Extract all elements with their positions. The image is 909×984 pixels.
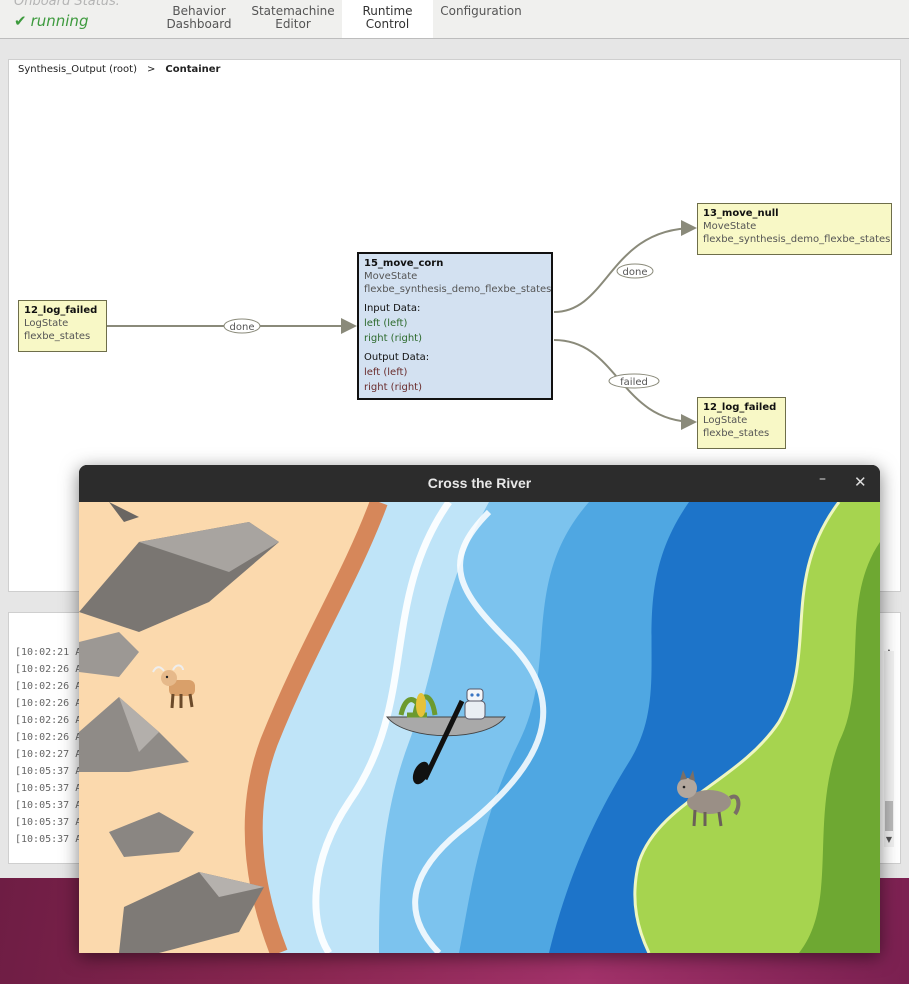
tab-statemachine-editor[interactable]: Statemachine Editor [248, 0, 338, 38]
wolf-leg [692, 809, 697, 827]
log-line: [10:02:26 A [15, 732, 82, 743]
state-package: flexbe_synthesis_demo_flexbe_states [703, 234, 891, 245]
robot-body [464, 700, 486, 720]
state-15-move-corn[interactable]: 15_move_corn MoveState flexbe_synthesis_… [357, 252, 553, 400]
state-name: 12_log_failed [703, 402, 777, 413]
state-type: MoveState [364, 271, 418, 282]
log-line: [10:05:37 A [15, 783, 82, 794]
goat-leg [188, 693, 194, 708]
minimize-button[interactable]: – [819, 471, 826, 487]
close-button[interactable]: ✕ [854, 473, 867, 491]
log-line: [10:02:26 A [15, 698, 82, 709]
wolf-head [677, 778, 697, 798]
log-line: [10:02:21 A [15, 647, 82, 658]
log-line: [10:02:26 A [15, 681, 82, 692]
state-package: flexbe_synthesis_demo_flexbe_states [364, 284, 552, 295]
window-title: Cross the River [427, 475, 532, 491]
log-line: [10:05:37 A [15, 800, 82, 811]
tab-label: Editor [275, 17, 311, 31]
scroll-down-arrow-icon[interactable]: ▼ [886, 835, 892, 844]
log-line: [10:05:37 A [15, 817, 82, 828]
output-data-item: right (right) [364, 382, 422, 393]
cross-the-river-window: Cross the River – ✕ [79, 465, 880, 953]
log-line: [10:05:37 A [15, 766, 82, 777]
state-12-log-failed-right[interactable]: 12_log_failed LogState flexbe_states [697, 397, 786, 449]
state-name: 15_move_corn [364, 258, 444, 269]
robot-eye [476, 693, 480, 697]
wolf-eye [682, 785, 686, 789]
window-titlebar[interactable]: Cross the River – ✕ [79, 465, 880, 502]
state-package: flexbe_states [703, 428, 770, 439]
log-scrollbar[interactable] [884, 651, 894, 847]
check-icon: ✔ [14, 12, 27, 30]
goat-leg [170, 693, 175, 709]
input-data-label: Input Data: [364, 303, 421, 314]
onboard-status-value: running [30, 12, 89, 30]
edge-label-done-left: done [230, 322, 255, 333]
state-12-log-failed-left[interactable]: 12_log_failed LogState flexbe_states [18, 300, 107, 352]
robot-eye [470, 693, 474, 697]
output-data-label: Output Data: [364, 352, 430, 363]
robot-head [466, 688, 484, 702]
goat-head [161, 670, 177, 686]
state-type: LogState [24, 318, 69, 329]
edge-label-done-right: done [623, 267, 648, 278]
state-package: flexbe_states [24, 331, 91, 342]
state-13-move-null[interactable]: 13_move_null MoveState flexbe_synthesis_… [697, 203, 892, 255]
tab-behavior-dashboard[interactable]: Behavior Dashboard [160, 0, 238, 38]
wolf-leg [717, 811, 723, 827]
tab-label: Control [365, 17, 410, 31]
state-name: 13_move_null [703, 208, 779, 219]
state-type: LogState [703, 415, 748, 426]
robot-icon [464, 688, 486, 720]
input-data-item: left (left) [364, 318, 408, 329]
corn-cob [416, 693, 426, 717]
state-type: MoveState [703, 221, 757, 232]
output-data-item: left (left) [364, 367, 408, 378]
state-name: 12_log_failed [24, 305, 98, 316]
log-line: [10:05:37 A [15, 834, 82, 845]
tab-label: Configuration [440, 4, 522, 18]
onboard-status-label: Onboard Status: [14, 0, 121, 9]
edge-label-failed: failed [620, 377, 648, 388]
log-line: [10:02:26 A [15, 664, 82, 675]
goat-eye [165, 675, 169, 679]
input-data-item: right (right) [364, 333, 422, 344]
tab-configuration[interactable]: Configuration [438, 0, 524, 38]
scroll-thumb[interactable] [885, 801, 893, 831]
onboard-status: ✔ running [14, 12, 88, 30]
game-scene[interactable] [79, 502, 880, 953]
log-line: [10:02:27 A [15, 749, 82, 760]
top-bar: Onboard Status: ✔ running Behavior Dashbo… [0, 0, 909, 39]
tab-label: Dashboard [166, 17, 232, 31]
log-line: [10:02:26 A [15, 715, 82, 726]
tab-runtime-control[interactable]: Runtime Control [342, 0, 433, 38]
